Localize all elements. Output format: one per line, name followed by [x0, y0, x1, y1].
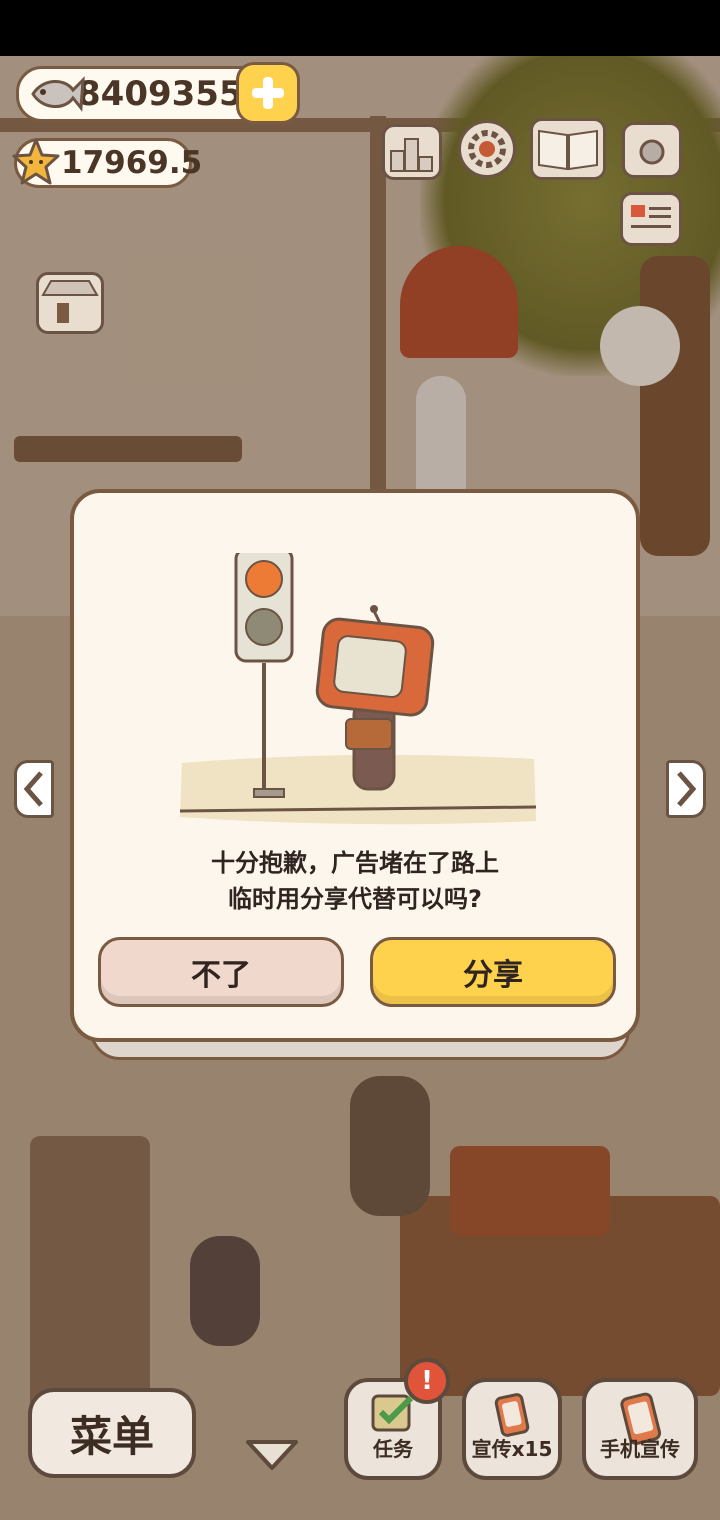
left-arrow-icon: [23, 771, 43, 807]
scene-right-button[interactable]: [666, 760, 706, 818]
star-count: 17969.5: [61, 145, 203, 181]
tasks-label: 任务: [373, 1437, 413, 1461]
plus-icon: [252, 77, 284, 109]
settings-button[interactable]: [458, 120, 516, 178]
share-button[interactable]: 分享: [370, 937, 616, 1007]
task-check-icon: [371, 1394, 414, 1432]
leaderboard-icon: [390, 138, 433, 172]
dialog-message-line-1: 十分抱歉，广告堵在了路上: [211, 849, 499, 877]
settings-gear-icon: [468, 130, 506, 168]
phone-promo-label: 手机宣传: [600, 1437, 680, 1461]
decline-button[interactable]: 不了: [98, 937, 344, 1007]
shop-icon: [41, 280, 99, 323]
ad-unavailable-dialog: 十分抱歉，广告堵在了路上 临时用分享代替可以吗? 不了 分享: [70, 489, 640, 1042]
promo-phone-icon: [494, 1393, 530, 1437]
fish-icon: [31, 76, 85, 112]
status-bar: [0, 0, 720, 56]
newspaper-button[interactable]: [620, 192, 682, 246]
star-icon: [12, 138, 60, 185]
phone-promo-button[interactable]: 手机宣传: [582, 1378, 698, 1480]
menu-button[interactable]: 菜单: [28, 1388, 196, 1478]
fish-count: 8409355: [77, 74, 243, 114]
dialog-message-line-2: 临时用分享代替可以吗?: [228, 885, 482, 913]
newspaper-icon: [631, 205, 671, 228]
promo-button[interactable]: 宣传x15: [462, 1378, 562, 1480]
tv-head-waiting-illustration: [179, 553, 537, 825]
promo-label: 宣传x15: [471, 1437, 553, 1461]
task-alert-badge: !: [404, 1358, 450, 1404]
shop-button[interactable]: [36, 272, 104, 334]
scene-left-button[interactable]: [14, 760, 54, 818]
down-arrow-icon[interactable]: [244, 1436, 300, 1474]
star-currency-pill: 17969.5: [12, 138, 202, 188]
recipe-book-icon: [538, 129, 598, 171]
add-fish-button[interactable]: [236, 62, 300, 124]
recipe-book-button[interactable]: [530, 118, 606, 180]
camera-icon: [639, 139, 665, 165]
right-arrow-icon: [677, 771, 697, 807]
camera-button[interactable]: [622, 122, 682, 178]
leaderboard-button[interactable]: [382, 124, 442, 180]
